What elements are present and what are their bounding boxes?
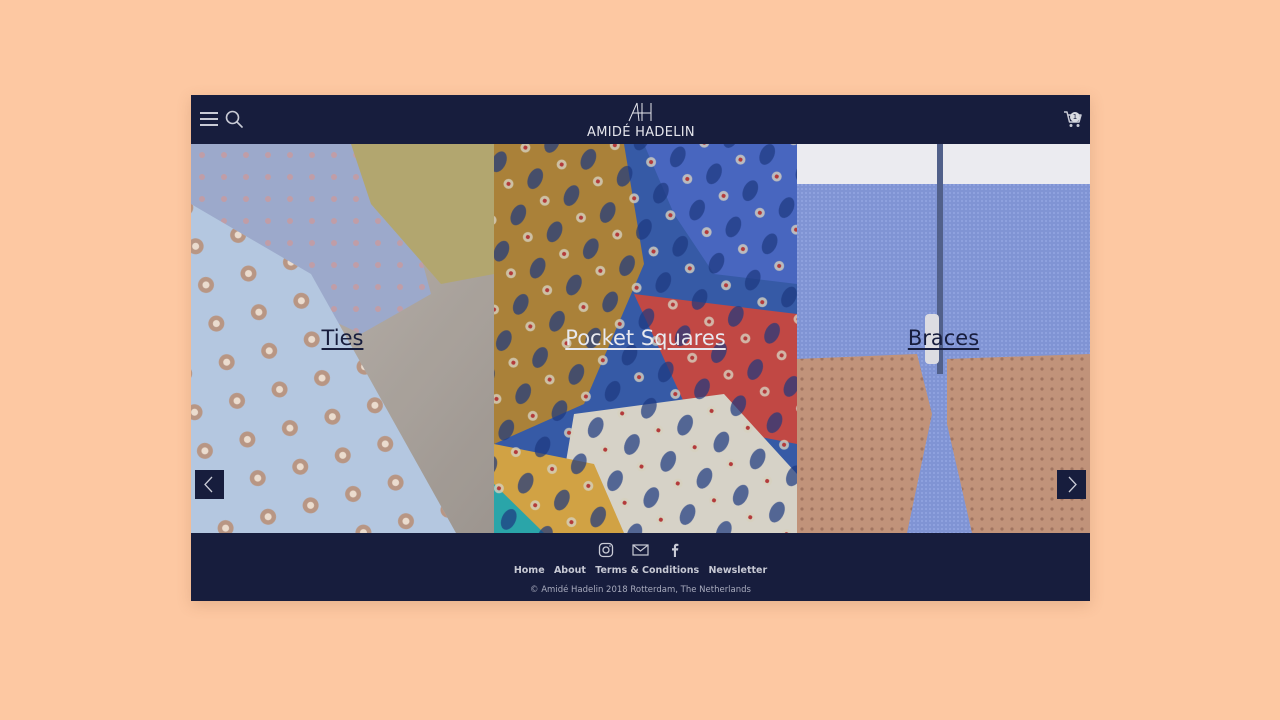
- carousel-prev-button[interactable]: [195, 470, 224, 499]
- hamburger-icon[interactable]: [200, 112, 218, 126]
- footer-link-home[interactable]: Home: [514, 565, 545, 576]
- brand-name: AMIDÉ HADELIN: [587, 125, 695, 140]
- footer-link-about[interactable]: About: [554, 565, 586, 576]
- chevron-left-icon: [204, 476, 213, 493]
- category-label-ties[interactable]: Ties: [191, 326, 494, 350]
- facebook-icon[interactable]: [667, 542, 683, 558]
- footer-link-newsletter[interactable]: Newsletter: [708, 565, 767, 576]
- instagram-icon[interactable]: [598, 542, 614, 558]
- brand-logo[interactable]: AMIDÉ HADELIN: [571, 101, 711, 141]
- footer-nav: Home About Terms & Conditions Newsletter: [191, 565, 1090, 576]
- logo-monogram-icon: [628, 102, 652, 122]
- mail-icon[interactable]: [632, 542, 649, 558]
- category-panel-ties[interactable]: Ties: [191, 144, 494, 533]
- search-icon[interactable]: [225, 110, 243, 128]
- footer-link-terms[interactable]: Terms & Conditions: [595, 565, 699, 576]
- cart-count-badge: 1: [1070, 112, 1080, 122]
- copyright-text: © Amidé Hadelin 2018 Rotterdam, The Neth…: [530, 585, 751, 595]
- chevron-right-icon: [1068, 476, 1077, 493]
- category-panel-pocket-squares[interactable]: Pocket Squares: [494, 144, 797, 533]
- site-frame: AMIDÉ HADELIN 1 Ties Pocket Squares Brac…: [191, 95, 1090, 601]
- site-footer: Home About Terms & Conditions Newsletter…: [191, 533, 1090, 601]
- carousel-next-button[interactable]: [1057, 470, 1086, 499]
- category-label-pocket-squares[interactable]: Pocket Squares: [494, 326, 797, 350]
- site-header: AMIDÉ HADELIN 1: [191, 95, 1090, 144]
- category-label-braces[interactable]: Braces: [797, 326, 1090, 350]
- category-panel-braces[interactable]: Braces: [797, 144, 1090, 533]
